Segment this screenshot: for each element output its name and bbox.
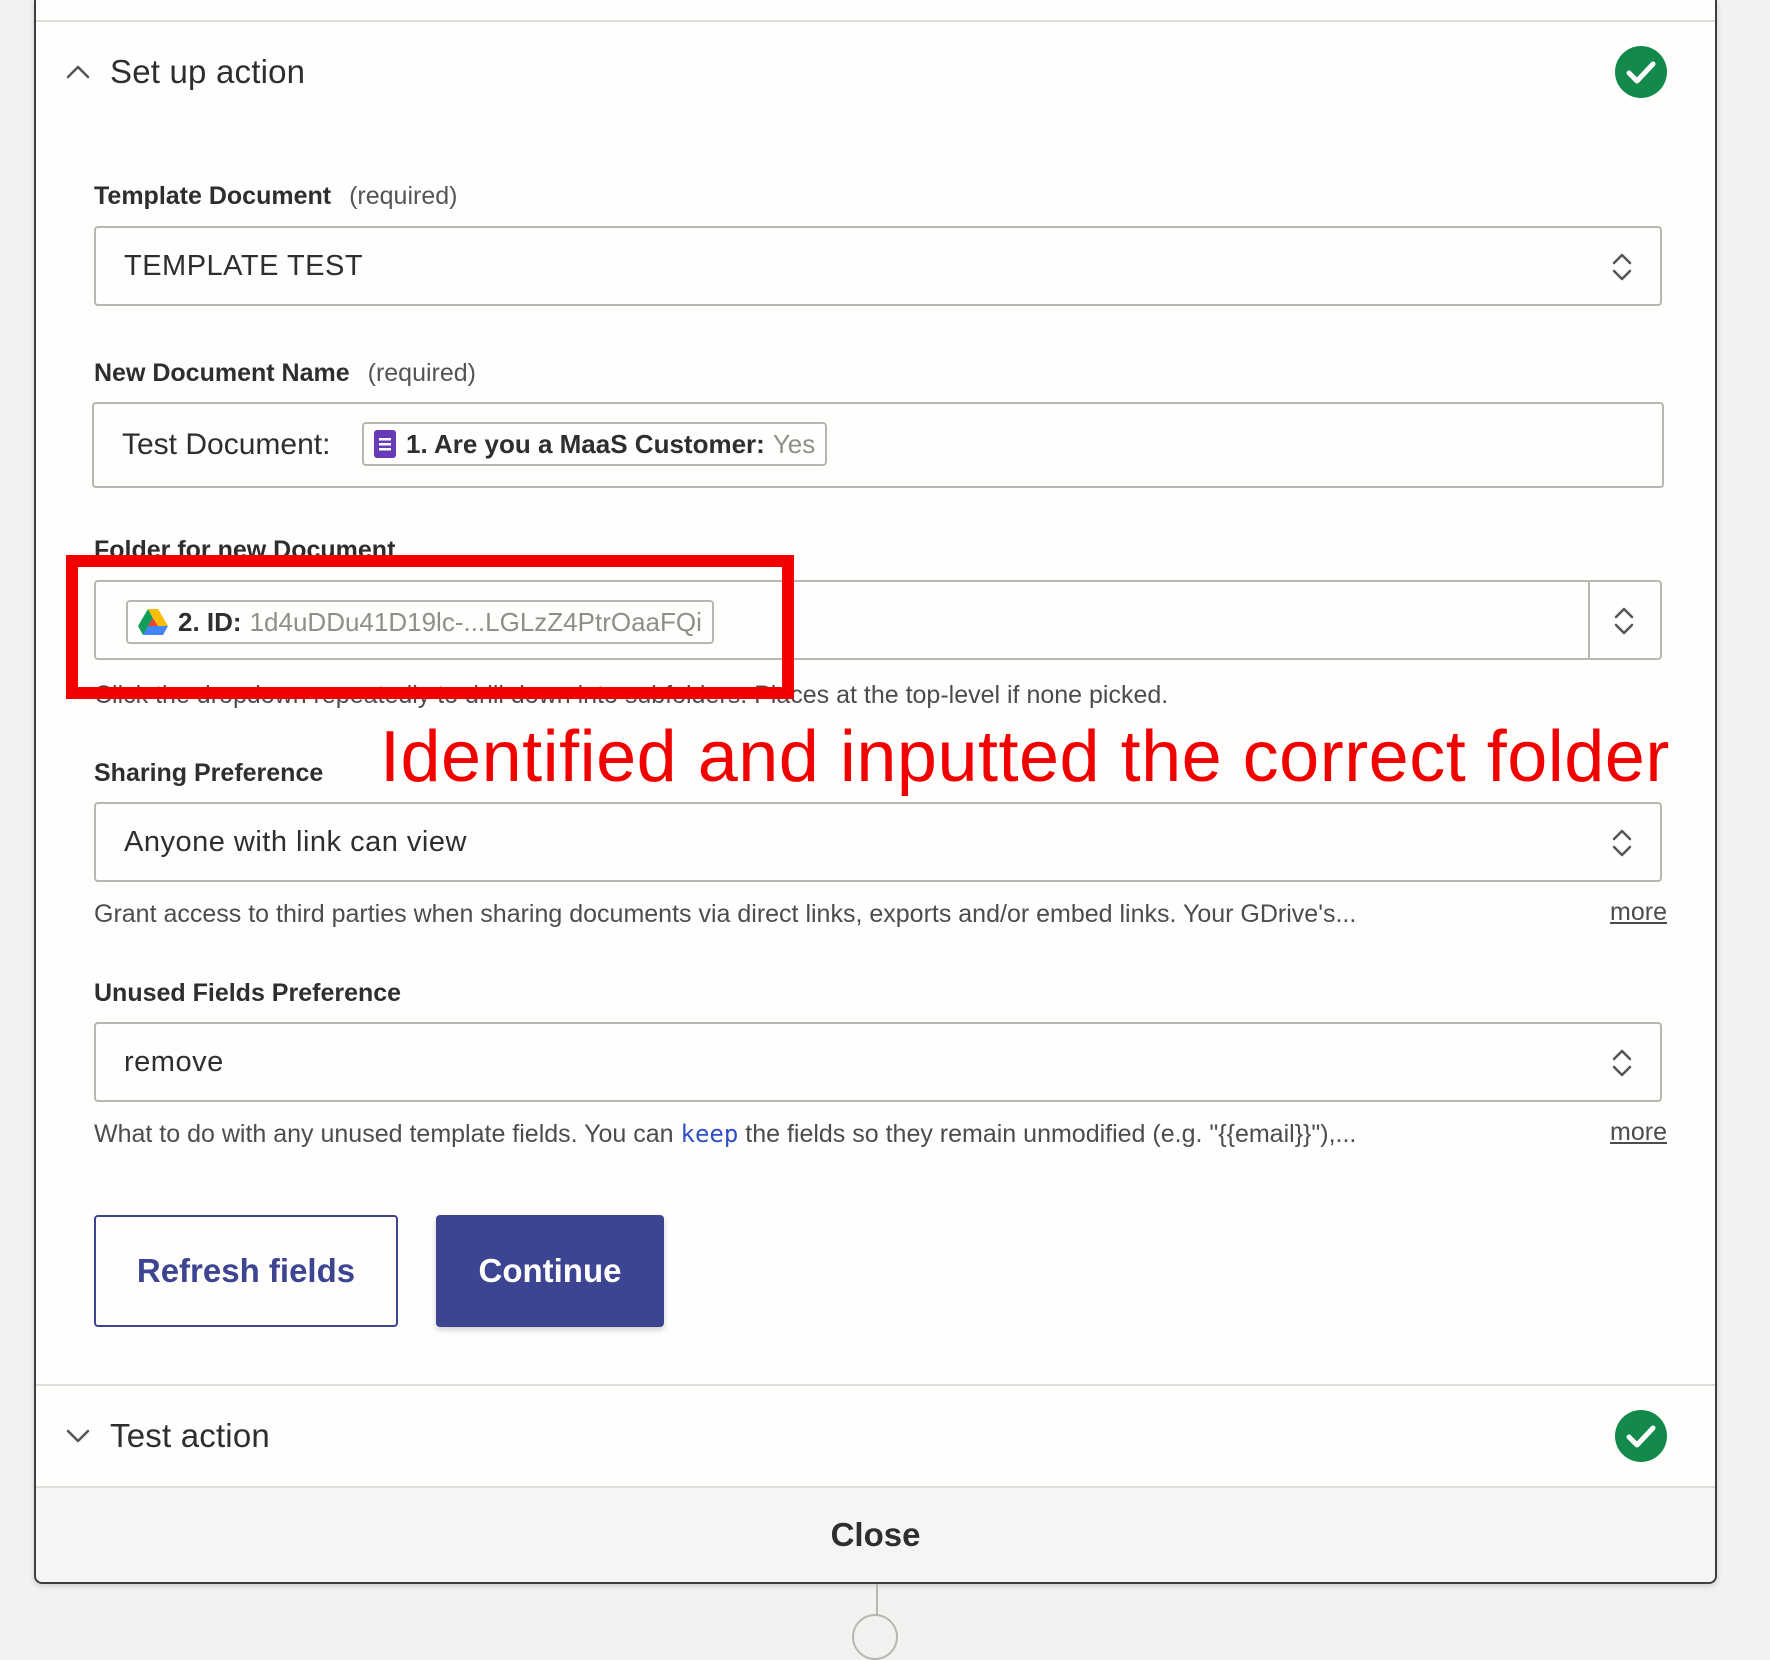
template-document-label: Template Document (required) bbox=[94, 182, 457, 211]
chevron-up-icon[interactable] bbox=[64, 58, 92, 86]
form-field-token[interactable]: 1. Are you a MaaS Customer: Yes bbox=[362, 422, 828, 466]
new-document-name-prefix: Test Document: bbox=[122, 428, 331, 461]
setup-action-header[interactable]: Set up action bbox=[36, 42, 1715, 102]
chevron-up-down-icon bbox=[1612, 829, 1632, 857]
test-action-header[interactable]: Test action bbox=[36, 1406, 1715, 1466]
required-note: (required) bbox=[367, 359, 476, 387]
new-document-name-label-text: New Document Name bbox=[94, 359, 350, 387]
folder-dropdown-button[interactable] bbox=[1588, 580, 1662, 660]
chevron-down-icon[interactable] bbox=[64, 1422, 92, 1450]
unused-fields-help-code: keep bbox=[680, 1120, 739, 1148]
unused-fields-help: What to do with any unused template fiel… bbox=[94, 1120, 1356, 1149]
sharing-preference-select[interactable]: Anyone with link can view bbox=[94, 802, 1662, 882]
form-field-token-label: 1. Are you a MaaS Customer: bbox=[406, 428, 765, 459]
unused-fields-label: Unused Fields Preference bbox=[94, 979, 402, 1007]
unused-fields-help-before: What to do with any unused template fiel… bbox=[94, 1120, 681, 1148]
unused-fields-select[interactable]: remove bbox=[94, 1022, 1662, 1102]
new-document-name-input[interactable]: Test Document: 1. Are you a MaaS Custome… bbox=[92, 402, 1664, 488]
sharing-preference-label: Sharing Preference bbox=[94, 759, 324, 787]
sharing-preference-help: Grant access to third parties when shari… bbox=[94, 900, 1357, 928]
template-document-value: TEMPLATE TEST bbox=[124, 250, 364, 282]
check-circle-icon bbox=[1615, 46, 1667, 98]
chevron-up-down-icon bbox=[1612, 1049, 1632, 1077]
setup-action-title: Set up action bbox=[110, 53, 306, 90]
new-document-name-label: New Document Name (required) bbox=[94, 359, 476, 388]
annotation-highlight-box bbox=[66, 555, 794, 699]
section-divider bbox=[36, 1384, 1715, 1386]
form-field-token-value: Yes bbox=[772, 428, 816, 459]
refresh-fields-button[interactable]: Refresh fields bbox=[94, 1215, 398, 1327]
google-forms-icon bbox=[374, 430, 396, 458]
required-note: (required) bbox=[349, 182, 458, 210]
test-action-title: Test action bbox=[110, 1417, 270, 1454]
top-divider bbox=[36, 20, 1715, 22]
flow-connector-node[interactable] bbox=[852, 1614, 898, 1660]
chevron-up-down-icon bbox=[1614, 607, 1634, 635]
unused-fields-help-after: the fields so they remain unmodified (e.… bbox=[738, 1120, 1357, 1148]
check-circle-icon bbox=[1615, 1410, 1667, 1462]
sharing-preference-value: Anyone with link can view bbox=[124, 826, 467, 858]
continue-button[interactable]: Continue bbox=[436, 1215, 664, 1327]
template-document-select[interactable]: TEMPLATE TEST bbox=[94, 226, 1662, 306]
unused-fields-more-link[interactable]: more bbox=[1610, 1118, 1667, 1147]
template-document-label-text: Template Document bbox=[94, 182, 332, 210]
close-button[interactable]: Close bbox=[36, 1488, 1715, 1582]
sharing-preference-more-link[interactable]: more bbox=[1610, 898, 1667, 927]
annotation-text: Identified and inputted the correct fold… bbox=[380, 717, 1670, 797]
unused-fields-value: remove bbox=[124, 1046, 224, 1078]
close-label: Close bbox=[830, 1516, 921, 1553]
chevron-up-down-icon bbox=[1612, 253, 1632, 281]
